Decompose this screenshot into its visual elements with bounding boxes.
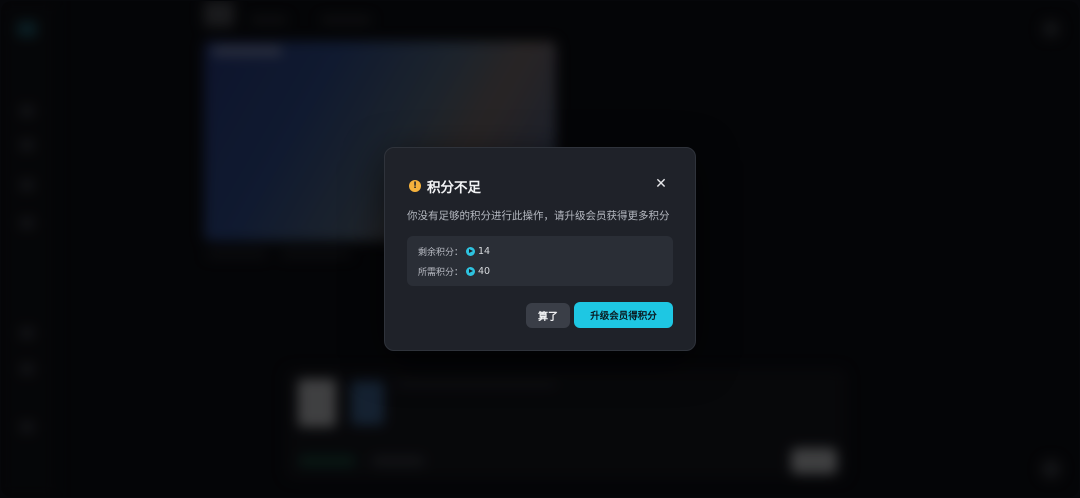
warning-icon: ! [409, 180, 421, 192]
required-points-row: 所需积分： 40 [418, 265, 490, 278]
cancel-button[interactable]: 算了 [526, 303, 570, 328]
required-points-value: 40 [478, 266, 491, 277]
remaining-points-label: 剩余积分： [418, 248, 464, 258]
remaining-points-row: 剩余积分： 14 [418, 245, 490, 258]
points-summary: 剩余积分： 14 所需积分： 40 [407, 236, 673, 286]
dialog-message: 你没有足够的积分进行此操作，请升级会员获得更多积分 [407, 210, 670, 222]
dialog-header: ! 积分不足 [409, 176, 481, 196]
required-points-label: 所需积分： [418, 268, 464, 278]
coin-icon [466, 247, 476, 256]
close-icon[interactable]: ✕ [654, 177, 668, 191]
dialog-title: 积分不足 [427, 180, 481, 196]
remaining-points-value: 14 [478, 246, 491, 257]
upgrade-membership-button[interactable]: 升级会员得积分 [574, 302, 673, 328]
insufficient-points-dialog: ! 积分不足 ✕ 你没有足够的积分进行此操作，请升级会员获得更多积分 剩余积分：… [384, 147, 696, 351]
coin-icon [466, 267, 476, 276]
